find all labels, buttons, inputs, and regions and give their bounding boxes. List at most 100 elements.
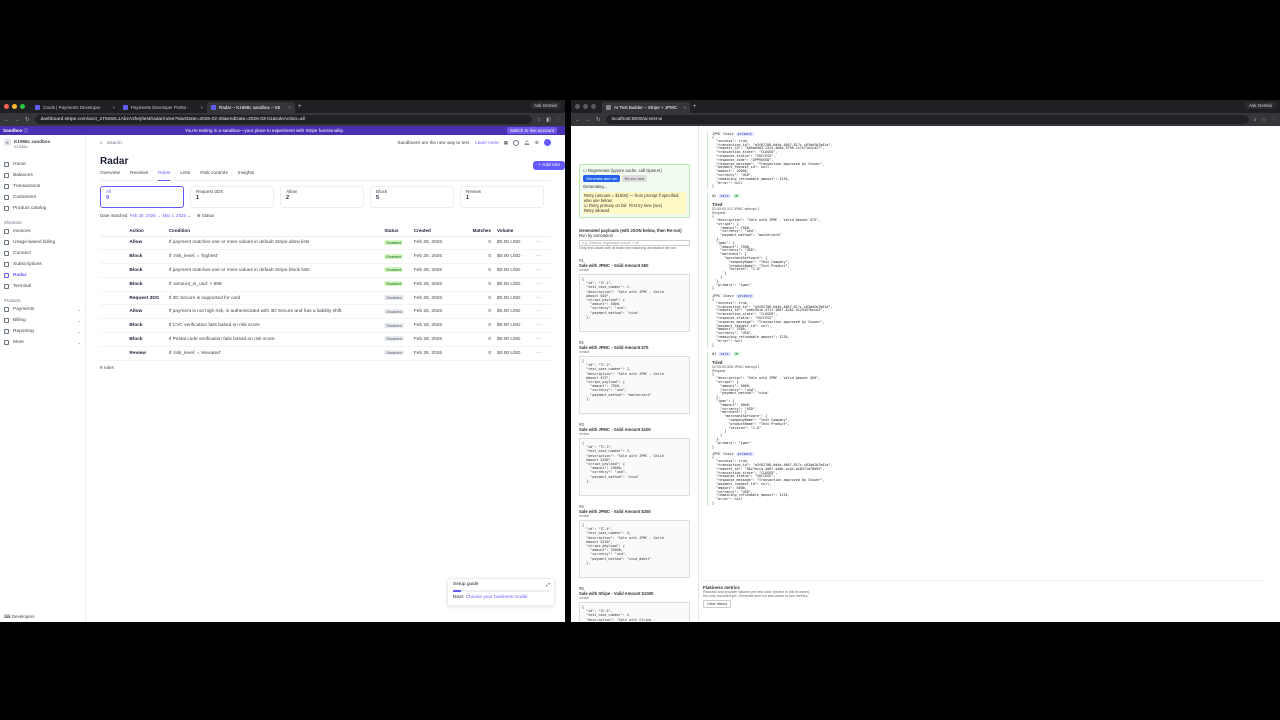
filter-request-3ds[interactable]: Request 3DS 1: [190, 186, 274, 208]
ask-gemini-button[interactable]: Ask Gemini: [1244, 102, 1276, 109]
sidebar-item-transactions[interactable]: Transactions: [4, 181, 81, 192]
close-tab-icon[interactable]: ×: [683, 105, 686, 110]
col-action[interactable]: Action: [129, 226, 169, 237]
close-tab-icon[interactable]: ×: [200, 105, 203, 110]
table-row[interactable]: Block If :risk_level: = 'highest' Enabled F…: [100, 249, 551, 265]
table-row[interactable]: Block If payment matches one or more valu…: [100, 263, 551, 278]
browser-tab-active[interactable]: Radar – K1988c sandbox – Str ×: [207, 102, 295, 113]
sandbox-label[interactable]: Sandbox: [3, 128, 22, 133]
table-row[interactable]: Block If :amount_in_usd: > 999 Enabled Feb …: [100, 277, 551, 292]
sidebar-item-more[interactable]: More ⌄: [4, 337, 81, 348]
tab-risk-controls[interactable]: Risk controls: [200, 171, 227, 181]
tab-overview[interactable]: Overview: [100, 171, 120, 181]
case-json-editor[interactable]: { "id": "TC-3", "test_case_number": 3, "…: [579, 438, 690, 496]
clear-history-button[interactable]: Clear history: [703, 600, 732, 608]
sidebar-item-balances[interactable]: Balances: [4, 170, 81, 181]
table-row[interactable]: Allow If payment is not high risk, is aut…: [100, 304, 551, 320]
col-volume[interactable]: Volume: [497, 226, 537, 237]
account-switcher[interactable]: K K1988c sandbox K1988c: [4, 139, 81, 149]
col-status[interactable]: Status: [384, 226, 414, 237]
maximize-window-button[interactable]: [591, 104, 596, 109]
tab-rules[interactable]: Rules: [158, 171, 171, 181]
sidebar-item-terminal[interactable]: Terminal: [4, 281, 81, 292]
tab-insights[interactable]: Insights: [238, 171, 255, 181]
bookmark-star-icon[interactable]: ☆: [537, 117, 541, 123]
table-row[interactable]: Block If CVC verification fails based on …: [100, 318, 551, 334]
row-menu-icon[interactable]: ⋯: [536, 291, 551, 306]
back-icon[interactable]: ←: [4, 117, 10, 123]
row-menu-icon[interactable]: ⋯: [536, 236, 551, 251]
case-json-editor[interactable]: { "id": "TC-4", "test_case_number": 4, "…: [579, 520, 690, 578]
menu-kebab-icon[interactable]: ⋮: [556, 117, 561, 123]
table-row[interactable]: Request 3DS If 3D Secure is supported for…: [100, 291, 551, 306]
regenerate-checkbox[interactable]: ☐: [583, 168, 587, 173]
browser-tab[interactable]: Cards | Payments Developer ×: [31, 102, 119, 113]
menu-kebab-icon[interactable]: ⋮: [1271, 117, 1276, 123]
filter-review[interactable]: Review 1: [460, 186, 544, 208]
filter-block[interactable]: Block 5: [370, 186, 454, 208]
sidebar-item-payments[interactable]: Payments ⌄: [4, 304, 81, 315]
forward-icon[interactable]: →: [586, 117, 592, 123]
settings-gear-icon[interactable]: ⚙: [535, 140, 539, 146]
filter-all[interactable]: All 9: [100, 186, 184, 208]
date-matched-chip[interactable]: Date matched Feb 28, 2026 → Mar 1, 2026 …: [100, 213, 191, 219]
tab-reviews[interactable]: Reviews: [130, 171, 148, 181]
status-chip[interactable]: ⊕ Status: [197, 213, 214, 219]
address-input[interactable]: localhost:8000/ai-test-ui: [605, 115, 1249, 124]
table-row[interactable]: Review If :risk_level: = 'elevated' Disabl…: [100, 346, 551, 361]
maximize-window-button[interactable]: [20, 104, 25, 109]
expand-icon[interactable]: ⤢: [546, 582, 550, 587]
new-tab-icon[interactable]: +: [693, 104, 697, 110]
filter-allow[interactable]: Allow 2: [280, 186, 364, 208]
browser-tab-active[interactable]: AI Test Builder – Stripe + JPMC ×: [602, 102, 690, 113]
back-icon[interactable]: ←: [575, 117, 581, 123]
new-tab-icon[interactable]: +: [298, 104, 302, 110]
search-input[interactable]: ⌕ Search: [100, 140, 122, 147]
ask-gemini-button[interactable]: Ask Gemini: [529, 102, 561, 109]
sidebar-item-connect[interactable]: Connect: [4, 248, 81, 259]
col-matches[interactable]: Matches: [457, 226, 498, 237]
sidebar-item-home[interactable]: Home: [4, 159, 81, 170]
row-menu-icon[interactable]: ⋯: [536, 318, 551, 334]
extensions-icon[interactable]: ◧: [546, 117, 551, 123]
close-window-button[interactable]: [4, 104, 9, 109]
table-row[interactable]: Block If Postal code verification fails b…: [100, 332, 551, 347]
address-input[interactable]: dashboard.stripe.com/acct_1T5s9zL1AbzA2h…: [34, 115, 532, 124]
zoom-icon[interactable]: ⌕: [1254, 117, 1257, 123]
add-rule-button[interactable]: + Add rule: [533, 161, 565, 170]
close-window-button[interactable]: [575, 104, 580, 109]
apps-icon[interactable]: ▦: [504, 140, 508, 146]
sidebar-item-customers[interactable]: Customers: [4, 192, 81, 203]
reload-icon[interactable]: ↻: [25, 117, 30, 123]
sidebar-item-invoices[interactable]: Invoices: [4, 226, 81, 237]
sidebar-item-billing[interactable]: Billing ⌄: [4, 315, 81, 326]
browser-tab[interactable]: Payments Developer Portal - ×: [119, 102, 207, 113]
case-json-editor[interactable]: { "id": "TC-1", "test_case_number": 1, "…: [579, 274, 690, 332]
setup-guide-panel[interactable]: Setup guide ⤢ Next: Choose your business…: [447, 578, 555, 606]
close-tab-icon[interactable]: ×: [112, 105, 115, 110]
close-tab-icon[interactable]: ×: [288, 105, 291, 110]
forward-icon[interactable]: →: [15, 117, 21, 123]
sidebar-item-radar[interactable]: Radar: [4, 270, 81, 281]
choose-business-model-link[interactable]: Choose your business model: [466, 595, 528, 600]
sidebar-item-product-catalog[interactable]: Product catalog: [4, 203, 81, 214]
learn-more-link[interactable]: Learn more: [475, 140, 499, 145]
notifications-bell-icon[interactable]: 🔔︎: [524, 140, 530, 146]
rerun-test-button[interactable]: Re-run test: [621, 175, 648, 182]
minimize-window-button[interactable]: [12, 104, 17, 109]
generate-and-run-button[interactable]: Generate and run: [583, 175, 621, 182]
case-json-editor[interactable]: { "id": "TC-5", "test_case_number": 5, "…: [579, 602, 690, 622]
sidebar-item-subscriptions[interactable]: Subscriptions: [4, 259, 81, 270]
minimize-window-button[interactable]: [583, 104, 588, 109]
switch-live-button[interactable]: Switch to live account: [506, 127, 557, 134]
avatar[interactable]: [544, 139, 551, 146]
row-menu-icon[interactable]: ⋯: [536, 263, 551, 278]
case-json-editor[interactable]: { "id": "TC-2", "test_case_number": 2, "…: [579, 356, 690, 414]
col-condition[interactable]: Condition: [168, 226, 385, 237]
col-created[interactable]: Created: [413, 226, 458, 237]
row-menu-icon[interactable]: ⋯: [536, 249, 551, 265]
developers-link[interactable]: ⌨ Developers: [4, 614, 35, 620]
bookmark-star-icon[interactable]: ☆: [1262, 117, 1266, 123]
row-menu-icon[interactable]: ⋯: [536, 346, 551, 361]
table-row[interactable]: Allow If payment matches one or more valu…: [100, 236, 551, 251]
